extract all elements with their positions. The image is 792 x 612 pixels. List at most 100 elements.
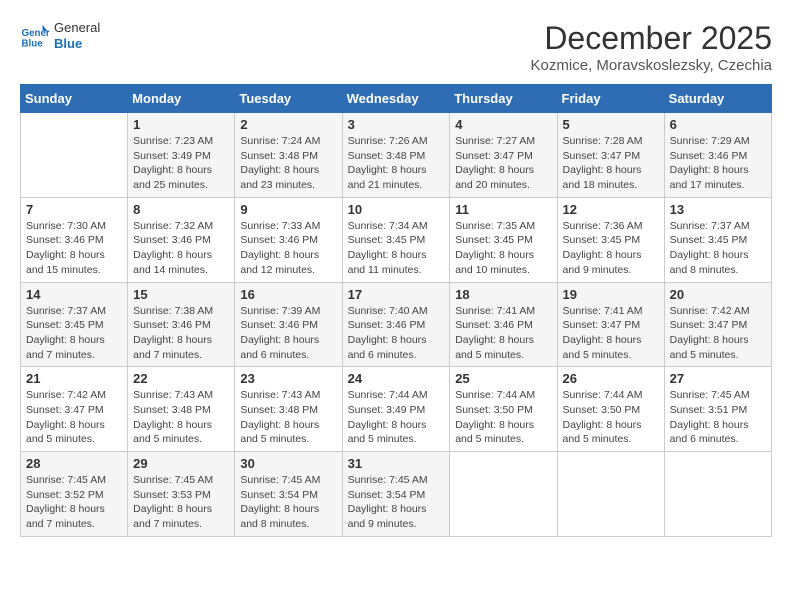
calendar-week-row: 1 Sunrise: 7:23 AM Sunset: 3:49 PM Daylig… (21, 113, 772, 198)
day-info: Sunrise: 7:45 AM Sunset: 3:52 PM Dayligh… (26, 473, 122, 532)
day-info: Sunrise: 7:28 AM Sunset: 3:47 PM Dayligh… (563, 134, 659, 193)
calendar-cell: 13Sunrise: 7:37 AM Sunset: 3:45 PM Dayli… (664, 197, 771, 282)
day-info: Sunrise: 7:23 AM Sunset: 3:49 PM Dayligh… (133, 134, 229, 193)
calendar-cell: 2 Sunrise: 7:24 AM Sunset: 3:48 PM Daylig… (235, 113, 342, 198)
day-number: 29 (133, 456, 229, 471)
day-info: Sunrise: 7:26 AM Sunset: 3:48 PM Dayligh… (348, 134, 445, 193)
day-number: 8 (133, 202, 229, 217)
calendar-week-row: 14 Sunrise: 7:37 AM Sunset: 3:45 PM Dayli… (21, 282, 772, 367)
day-number: 24 (348, 371, 445, 386)
day-number: 27 (670, 371, 766, 386)
day-info: Sunrise: 7:43 AM Sunset: 3:48 PM Dayligh… (240, 388, 336, 447)
calendar-cell: 9Sunrise: 7:33 AM Sunset: 3:46 PM Daylig… (235, 197, 342, 282)
day-number: 1 (133, 117, 229, 132)
day-info: Sunrise: 7:24 AM Sunset: 3:48 PM Dayligh… (240, 134, 336, 193)
day-number: 12 (563, 202, 659, 217)
day-info: Sunrise: 7:34 AM Sunset: 3:45 PM Dayligh… (348, 219, 445, 278)
weekday-header-thursday: Thursday (450, 85, 557, 113)
day-number: 19 (563, 287, 659, 302)
calendar-week-row: 7Sunrise: 7:30 AM Sunset: 3:46 PM Daylig… (21, 197, 772, 282)
day-number: 2 (240, 117, 336, 132)
calendar-cell: 27 Sunrise: 7:45 AM Sunset: 3:51 PM Dayli… (664, 367, 771, 452)
day-info: Sunrise: 7:37 AM Sunset: 3:45 PM Dayligh… (26, 304, 122, 363)
day-info: Sunrise: 7:43 AM Sunset: 3:48 PM Dayligh… (133, 388, 229, 447)
weekday-header-wednesday: Wednesday (342, 85, 450, 113)
calendar-cell: 24Sunrise: 7:44 AM Sunset: 3:49 PM Dayli… (342, 367, 450, 452)
day-info: Sunrise: 7:44 AM Sunset: 3:50 PM Dayligh… (563, 388, 659, 447)
weekday-header-friday: Friday (557, 85, 664, 113)
calendar-cell (21, 113, 128, 198)
calendar-week-row: 28 Sunrise: 7:45 AM Sunset: 3:52 PM Dayli… (21, 452, 772, 537)
month-year-title: December 2025 (531, 20, 772, 57)
day-number: 11 (455, 202, 551, 217)
calendar-cell: 5Sunrise: 7:28 AM Sunset: 3:47 PM Daylig… (557, 113, 664, 198)
day-info: Sunrise: 7:37 AM Sunset: 3:45 PM Dayligh… (670, 219, 766, 278)
calendar-cell: 20 Sunrise: 7:42 AM Sunset: 3:47 PM Dayli… (664, 282, 771, 367)
calendar-cell: 12 Sunrise: 7:36 AM Sunset: 3:45 PM Dayli… (557, 197, 664, 282)
day-number: 7 (26, 202, 122, 217)
svg-text:Blue: Blue (22, 38, 44, 49)
day-number: 25 (455, 371, 551, 386)
day-info: Sunrise: 7:35 AM Sunset: 3:45 PM Dayligh… (455, 219, 551, 278)
calendar-cell (450, 452, 557, 537)
calendar-week-row: 21 Sunrise: 7:42 AM Sunset: 3:47 PM Dayli… (21, 367, 772, 452)
day-info: Sunrise: 7:29 AM Sunset: 3:46 PM Dayligh… (670, 134, 766, 193)
day-info: Sunrise: 7:40 AM Sunset: 3:46 PM Dayligh… (348, 304, 445, 363)
calendar-cell: 25Sunrise: 7:44 AM Sunset: 3:50 PM Dayli… (450, 367, 557, 452)
day-number: 18 (455, 287, 551, 302)
day-number: 23 (240, 371, 336, 386)
calendar-cell (557, 452, 664, 537)
day-info: Sunrise: 7:42 AM Sunset: 3:47 PM Dayligh… (670, 304, 766, 363)
day-number: 14 (26, 287, 122, 302)
page-header: General Blue General Blue December 2025 … (20, 20, 772, 74)
day-number: 31 (348, 456, 445, 471)
day-number: 15 (133, 287, 229, 302)
logo-icon: General Blue (20, 21, 50, 51)
day-number: 26 (563, 371, 659, 386)
day-info: Sunrise: 7:38 AM Sunset: 3:46 PM Dayligh… (133, 304, 229, 363)
calendar-cell: 23 Sunrise: 7:43 AM Sunset: 3:48 PM Dayli… (235, 367, 342, 452)
day-info: Sunrise: 7:33 AM Sunset: 3:46 PM Dayligh… (240, 219, 336, 278)
day-info: Sunrise: 7:36 AM Sunset: 3:45 PM Dayligh… (563, 219, 659, 278)
location-subtitle: Kozmice, Moravskoslezsky, Czechia (531, 57, 772, 74)
calendar-cell: 18 Sunrise: 7:41 AM Sunset: 3:46 PM Dayli… (450, 282, 557, 367)
calendar-cell: 17Sunrise: 7:40 AM Sunset: 3:46 PM Dayli… (342, 282, 450, 367)
calendar-cell: 26 Sunrise: 7:44 AM Sunset: 3:50 PM Dayli… (557, 367, 664, 452)
weekday-header-row: SundayMondayTuesdayWednesdayThursdayFrid… (21, 85, 772, 113)
day-info: Sunrise: 7:45 AM Sunset: 3:53 PM Dayligh… (133, 473, 229, 532)
day-info: Sunrise: 7:41 AM Sunset: 3:47 PM Dayligh… (563, 304, 659, 363)
calendar-cell: 14 Sunrise: 7:37 AM Sunset: 3:45 PM Dayli… (21, 282, 128, 367)
calendar-cell: 4Sunrise: 7:27 AM Sunset: 3:47 PM Daylig… (450, 113, 557, 198)
day-number: 20 (670, 287, 766, 302)
title-block: December 2025 Kozmice, Moravskoslezsky, … (531, 20, 772, 74)
day-number: 10 (348, 202, 445, 217)
calendar-cell: 11 Sunrise: 7:35 AM Sunset: 3:45 PM Dayli… (450, 197, 557, 282)
day-number: 16 (240, 287, 336, 302)
day-info: Sunrise: 7:41 AM Sunset: 3:46 PM Dayligh… (455, 304, 551, 363)
calendar-table: SundayMondayTuesdayWednesdayThursdayFrid… (20, 84, 772, 537)
calendar-cell: 10 Sunrise: 7:34 AM Sunset: 3:45 PM Dayli… (342, 197, 450, 282)
logo-general: General (54, 20, 100, 36)
day-info: Sunrise: 7:42 AM Sunset: 3:47 PM Dayligh… (26, 388, 122, 447)
calendar-cell: 1 Sunrise: 7:23 AM Sunset: 3:49 PM Daylig… (128, 113, 235, 198)
day-number: 21 (26, 371, 122, 386)
logo-blue: Blue (54, 36, 100, 52)
calendar-cell: 8 Sunrise: 7:32 AM Sunset: 3:46 PM Daylig… (128, 197, 235, 282)
day-info: Sunrise: 7:45 AM Sunset: 3:54 PM Dayligh… (348, 473, 445, 532)
calendar-cell: 21 Sunrise: 7:42 AM Sunset: 3:47 PM Dayli… (21, 367, 128, 452)
calendar-cell: 22Sunrise: 7:43 AM Sunset: 3:48 PM Dayli… (128, 367, 235, 452)
day-number: 3 (348, 117, 445, 132)
weekday-header-tuesday: Tuesday (235, 85, 342, 113)
day-number: 28 (26, 456, 122, 471)
calendar-cell: 6 Sunrise: 7:29 AM Sunset: 3:46 PM Daylig… (664, 113, 771, 198)
weekday-header-monday: Monday (128, 85, 235, 113)
calendar-cell (664, 452, 771, 537)
day-info: Sunrise: 7:32 AM Sunset: 3:46 PM Dayligh… (133, 219, 229, 278)
calendar-cell: 16Sunrise: 7:39 AM Sunset: 3:46 PM Dayli… (235, 282, 342, 367)
day-info: Sunrise: 7:27 AM Sunset: 3:47 PM Dayligh… (455, 134, 551, 193)
calendar-cell: 19 Sunrise: 7:41 AM Sunset: 3:47 PM Dayli… (557, 282, 664, 367)
day-number: 6 (670, 117, 766, 132)
calendar-cell: 7Sunrise: 7:30 AM Sunset: 3:46 PM Daylig… (21, 197, 128, 282)
day-info: Sunrise: 7:45 AM Sunset: 3:51 PM Dayligh… (670, 388, 766, 447)
calendar-cell: 30Sunrise: 7:45 AM Sunset: 3:54 PM Dayli… (235, 452, 342, 537)
